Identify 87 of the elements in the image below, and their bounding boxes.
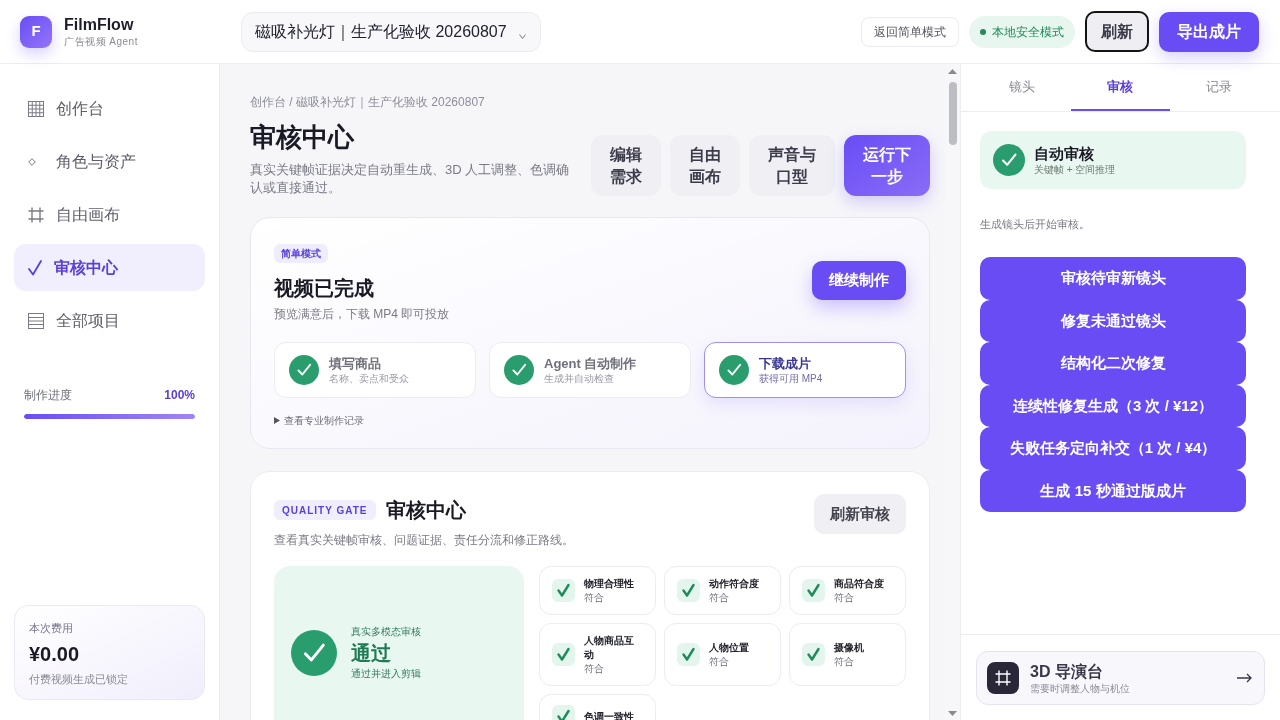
section-title: 审核中心 <box>385 498 466 523</box>
security-mode-label: 本地安全模式 <box>992 23 1064 41</box>
page-action-button[interactable]: 自由画布 <box>670 135 740 196</box>
cost-label: 本次费用 <box>29 621 74 636</box>
check-name: 人物位置 <box>709 641 750 655</box>
step-card[interactable]: 填写商品 名称、卖点和受众 <box>274 342 476 398</box>
section-description: 查看真实关键帧审核、问题证据、责任分流和修正路线。 <box>274 532 574 549</box>
progress-label: 制作进度 <box>24 387 72 404</box>
app-tagline: 广告视频 Agent <box>64 35 138 48</box>
check-name: 商品符合度 <box>834 577 885 591</box>
review-note: 生成镜头后开始审核。 <box>980 217 1091 232</box>
step-title: 填写商品 <box>329 354 382 372</box>
check-result: 符合 <box>834 591 855 604</box>
step-subtitle: 获得可用 MP4 <box>759 371 823 386</box>
app-name: FilmFlow <box>64 15 135 35</box>
nav-item[interactable]: 角色与资产 <box>14 138 205 185</box>
check-result: 符合 <box>709 655 730 668</box>
scroll-down-icon[interactable] <box>948 711 957 716</box>
check-name: 动作符合度 <box>709 577 760 591</box>
verdict-note: 通过并进入剪辑 <box>351 666 421 681</box>
nav-item[interactable]: 自由画布 <box>14 191 205 238</box>
director-stage-card[interactable]: 3D 导演台 需要时调整人物与机位 <box>976 651 1265 705</box>
step-title: 下载成片 <box>759 354 812 372</box>
cost-amount: ¥0.00 <box>29 642 81 667</box>
nav-item[interactable]: 审核中心 <box>14 244 205 291</box>
arrow-right-icon <box>1237 673 1252 683</box>
mode-badge: 简单模式 <box>274 244 328 263</box>
check-result: 符合 <box>709 591 730 604</box>
page-description: 真实关键帧证据决定自动重生成、3D 人工调整、色调确认或直接通过。 <box>250 161 571 197</box>
quality-gate-badge: QUALITY GATE <box>274 500 376 520</box>
status-dot-icon <box>980 28 986 35</box>
chevron-down-icon <box>519 34 526 39</box>
check-icon <box>28 259 42 276</box>
check-name: 物理合理性 <box>584 577 635 591</box>
page-action-button[interactable]: 声音与口型 <box>749 135 835 196</box>
completion-subtitle: 预览满意后，下载 MP4 即可投放 <box>274 306 450 323</box>
step-card[interactable]: Agent 自动制作 生成并自动检查 <box>489 342 691 398</box>
refresh-review-button[interactable]: 刷新审核 <box>814 494 906 534</box>
verdict-result: 通过 <box>351 640 392 666</box>
check-result: 符合 <box>584 591 605 604</box>
nav-item[interactable]: 全部项目 <box>14 297 205 344</box>
hash-icon <box>28 206 44 223</box>
project-selector[interactable]: 磁吸补光灯｜生产化验收 20260807 <box>241 11 541 52</box>
progress-reading: 100% <box>164 387 195 404</box>
history-toggle[interactable]: 查看专业制作记录 <box>274 412 364 428</box>
grid-icon <box>28 100 44 117</box>
director-subtitle: 需要时调整人物与机位 <box>1030 681 1131 695</box>
pass-check-icon <box>291 629 337 676</box>
page-action-button[interactable]: 编辑需求 <box>591 135 661 196</box>
check-name: 摄像机 <box>834 641 865 655</box>
app-logo: F <box>20 15 52 48</box>
check-circle-icon <box>993 144 1025 176</box>
list-icon <box>28 312 44 329</box>
scroll-up-icon[interactable] <box>948 69 957 74</box>
check-result: 符合 <box>834 655 855 668</box>
verdict-kicker: 真实多模态审核 <box>351 624 421 638</box>
cost-note: 付费视频生成已锁定 <box>29 672 129 687</box>
review-action-button[interactable]: 连续性修复生成（3 次 / ¥12） <box>980 384 1246 427</box>
auto-review-title: 自动审核 <box>1034 144 1095 163</box>
panel-tab[interactable]: 记录 <box>1169 64 1268 111</box>
step-subtitle: 生成并自动检查 <box>544 371 615 386</box>
completion-title: 视频已完成 <box>274 276 374 301</box>
breadcrumb: 创作台 / 磁吸补光灯｜生产化验收 20260807 <box>250 94 486 111</box>
check-result: 符合 <box>584 662 605 675</box>
review-action-button[interactable]: 修复未通过镜头 <box>980 299 1246 342</box>
page-title: 审核中心 <box>250 121 356 154</box>
scrollbar-thumb[interactable] <box>948 82 957 145</box>
check-name: 人物商品互动 <box>584 634 635 662</box>
refresh-button[interactable]: 刷新 <box>1085 11 1149 52</box>
review-action-button[interactable]: 失败任务定向补交（1 次 / ¥4） <box>980 427 1246 470</box>
hash-tile-icon <box>987 662 1019 694</box>
panel-tab[interactable]: 审核 <box>1071 64 1170 111</box>
step-title: Agent 自动制作 <box>544 354 637 372</box>
director-title: 3D 导演台 <box>1030 661 1104 682</box>
run-next-step-button[interactable]: 运行下一步 <box>844 135 930 196</box>
diamond-icon <box>28 157 36 166</box>
panel-tab[interactable]: 镜头 <box>973 64 1072 111</box>
simple-mode-button[interactable]: 返回简单模式 <box>861 16 959 47</box>
review-action-button[interactable]: 结构化二次修复 <box>980 342 1246 385</box>
step-card[interactable]: 下载成片 获得可用 MP4 <box>704 342 906 398</box>
step-subtitle: 名称、卖点和受众 <box>329 371 409 386</box>
review-action-button[interactable]: 审核待审新镜头 <box>980 257 1246 300</box>
auto-review-subtitle: 关键帧 + 空间推理 <box>1034 163 1116 176</box>
continue-button[interactable]: 继续制作 <box>812 261 906 300</box>
review-action-button[interactable]: 生成 15 秒通过版成片 <box>980 469 1246 512</box>
export-button[interactable]: 导出成片 <box>1159 11 1259 52</box>
nav-item[interactable]: 创作台 <box>14 85 205 132</box>
